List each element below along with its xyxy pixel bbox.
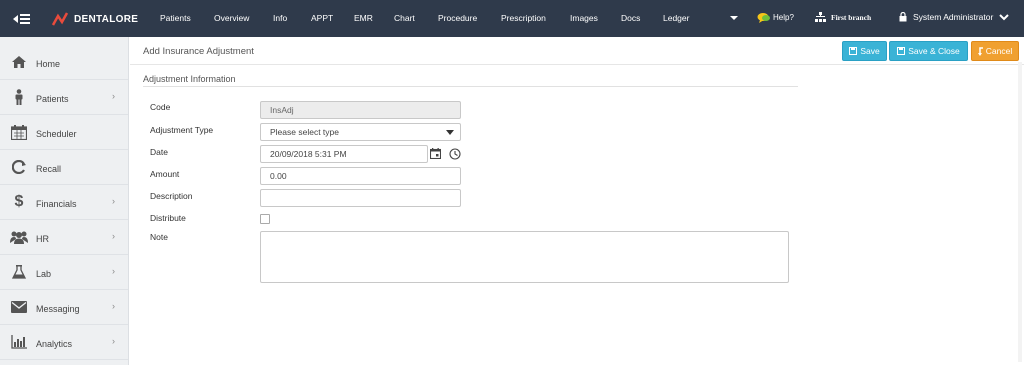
help-label: Help?: [773, 13, 794, 22]
sidebar-item-home[interactable]: Home: [0, 45, 128, 80]
description-input[interactable]: [260, 189, 461, 207]
calendar-picker-icon[interactable]: [429, 148, 442, 161]
save-button-label: Save: [860, 46, 880, 56]
brand-logo[interactable]: DENTALORE: [50, 11, 138, 27]
main-content: Add Insurance Adjustment Save Save & Clo…: [130, 37, 1024, 365]
home-icon: [10, 54, 28, 70]
save-and-close-label: Save & Close: [908, 46, 960, 56]
nav-overview[interactable]: Overview: [214, 13, 249, 23]
nav-procedure[interactable]: Procedure: [438, 13, 477, 23]
nav-chart[interactable]: Chart: [394, 13, 415, 23]
sidebar-item-financials[interactable]: $ Financials ›: [0, 185, 128, 220]
chevron-right-icon: ›: [112, 231, 115, 241]
floppy-disk-icon: [849, 47, 858, 55]
cancel-button[interactable]: Cancel: [971, 41, 1019, 61]
sidebar: Home Patients › Scheduler Recall $ Finan…: [0, 37, 129, 365]
sidebar-item-label: Patients: [36, 94, 69, 104]
user-menu[interactable]: System Administrator: [899, 12, 1010, 22]
branch-selector[interactable]: First branch: [815, 12, 871, 22]
recall-icon: [10, 159, 28, 175]
envelope-icon: [10, 299, 28, 315]
nav-docs[interactable]: Docs: [621, 13, 640, 23]
caret-down-icon: [446, 130, 454, 135]
date-value: 20/09/2018 5:31 PM: [270, 149, 347, 159]
adjustment-type-value: Please select type: [270, 127, 339, 137]
nav-prescription[interactable]: Prescription: [501, 13, 546, 23]
amount-input[interactable]: 0.00: [260, 167, 461, 185]
chevron-right-icon: ›: [112, 266, 115, 276]
save-button[interactable]: Save: [842, 41, 887, 61]
chevron-right-icon: ›: [112, 336, 115, 346]
note-textarea[interactable]: [260, 231, 789, 283]
sitemap-icon: [815, 12, 826, 22]
sidebar-item-label: HR: [36, 234, 49, 244]
chevron-right-icon: ›: [112, 91, 115, 101]
adjustment-type-select[interactable]: Please select type: [260, 123, 461, 141]
sidebar-item-hr[interactable]: HR ›: [0, 220, 128, 255]
sidebar-item-analytics[interactable]: Analytics ›: [0, 325, 128, 360]
sidebar-item-label: Scheduler: [36, 129, 77, 139]
section-title: Adjustment Information: [143, 74, 236, 84]
bar-chart-icon: [10, 334, 28, 350]
dentalore-logo-icon: [51, 12, 69, 26]
sidebar-item-label: Analytics: [36, 339, 73, 349]
nav-patients[interactable]: Patients: [160, 13, 191, 23]
person-icon: [10, 89, 28, 105]
save-and-close-button[interactable]: Save & Close: [889, 41, 968, 61]
collapse-menu-icon: [13, 14, 30, 24]
description-label: Description: [150, 191, 193, 201]
branch-name: First branch: [831, 12, 872, 22]
clock-picker-icon[interactable]: [449, 148, 461, 162]
more-menu-dropdown[interactable]: [730, 13, 738, 23]
user-name: System Administrator: [913, 12, 994, 22]
undo-icon: [977, 46, 983, 56]
help-link[interactable]: Help?: [757, 12, 794, 23]
nav-info[interactable]: Info: [273, 13, 287, 23]
sidebar-toggle-button[interactable]: [8, 11, 36, 27]
section-divider: [143, 86, 798, 87]
dollar-icon: $: [14, 193, 24, 210]
calendar-icon: [10, 124, 28, 140]
sidebar-item-lab[interactable]: Lab ›: [0, 255, 128, 290]
amount-label: Amount: [150, 169, 180, 179]
chevron-right-icon: ›: [112, 301, 115, 311]
sidebar-item-label: Recall: [36, 164, 62, 174]
page-header: Add Insurance Adjustment Save Save & Clo…: [130, 37, 1024, 65]
group-icon: [10, 229, 28, 245]
brand-name: DENTALORE: [74, 13, 139, 25]
sidebar-item-label: Lab: [36, 269, 52, 279]
distribute-checkbox[interactable]: [260, 214, 270, 224]
nav-appt[interactable]: APPT: [311, 13, 333, 23]
sidebar-item-label: Financials: [36, 199, 77, 209]
code-value: InsAdj: [270, 105, 294, 115]
floppy-disk-icon: [897, 47, 906, 55]
caret-down-icon: [730, 16, 738, 20]
code-field: InsAdj: [260, 101, 461, 119]
nav-emr[interactable]: EMR: [354, 13, 373, 23]
sidebar-item-label: Home: [36, 59, 61, 69]
sidebar-item-messaging[interactable]: Messaging ›: [0, 290, 128, 325]
chevron-right-icon: ›: [112, 196, 115, 206]
page-title: Add Insurance Adjustment: [143, 46, 254, 57]
chat-help-icon: [757, 13, 770, 23]
distribute-label: Distribute: [150, 213, 186, 223]
date-input[interactable]: 20/09/2018 5:31 PM: [260, 145, 428, 163]
nav-ledger[interactable]: Ledger: [663, 13, 689, 23]
adjustment-type-label: Adjustment Type: [150, 125, 214, 135]
lock-icon: [899, 12, 907, 22]
note-label: Note: [150, 232, 168, 242]
date-label: Date: [150, 147, 168, 157]
sidebar-item-patients[interactable]: Patients ›: [0, 80, 128, 115]
nav-images[interactable]: Images: [570, 13, 598, 23]
sidebar-item-scheduler[interactable]: Scheduler: [0, 115, 128, 150]
top-navbar: DENTALORE Patients Overview Info APPT EM…: [0, 0, 1024, 37]
sidebar-item-label: Messaging: [36, 304, 80, 314]
cancel-button-label: Cancel: [985, 46, 1013, 56]
sidebar-item-recall[interactable]: Recall: [0, 150, 128, 185]
amount-value: 0.00: [270, 171, 287, 181]
code-label: Code: [150, 102, 171, 112]
chevron-down-icon: [999, 14, 1010, 21]
page-scrollbar[interactable]: [1018, 62, 1022, 362]
flask-icon: [10, 264, 28, 280]
